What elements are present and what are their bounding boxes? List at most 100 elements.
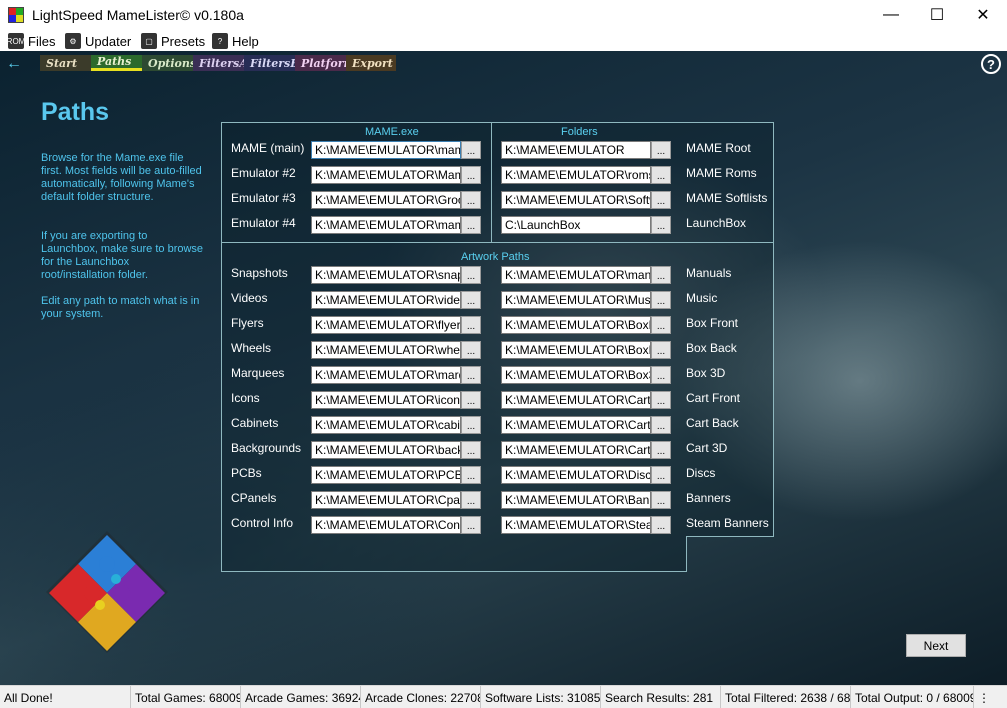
tab-export[interactable]: Export — [346, 55, 396, 71]
icons-input[interactable]: K:\MAME\EMULATOR\icons — [311, 391, 461, 409]
videos-input[interactable]: K:\MAME\EMULATOR\videos — [311, 291, 461, 309]
tab-paths[interactable]: Paths — [91, 55, 142, 71]
snapshots-label: Snapshots — [231, 266, 288, 280]
music-input[interactable]: K:\MAME\EMULATOR\Music — [501, 291, 651, 309]
steam-banners-input[interactable]: K:\MAME\EMULATOR\Steam — [501, 516, 651, 534]
control-info-input[interactable]: K:\MAME\EMULATOR\Contro — [311, 516, 461, 534]
menu-help[interactable]: ? Help — [212, 32, 259, 50]
music-label: Music — [686, 291, 718, 305]
backgrounds-input[interactable]: K:\MAME\EMULATOR\backgro — [311, 441, 461, 459]
cart-3d-input[interactable]: K:\MAME\EMULATOR\Cart3D — [501, 441, 651, 459]
backgrounds-browse-button[interactable]: ... — [461, 441, 481, 459]
tab-filtersb[interactable]: FiltersB — [244, 55, 300, 71]
launchbox-browse-button[interactable]: ... — [651, 216, 671, 234]
minimize-button[interactable]: — — [868, 0, 914, 30]
flyers-browse-button[interactable]: ... — [461, 316, 481, 334]
box-front-input[interactable]: K:\MAME\EMULATOR\BoxFr — [501, 316, 651, 334]
snapshots-input[interactable]: K:\MAME\EMULATOR\snap — [311, 266, 461, 284]
emulator-2-input[interactable]: K:\MAME\EMULATOR\Mame — [311, 166, 461, 184]
banners-browse-button[interactable]: ... — [651, 491, 671, 509]
mame-roms-browse-button[interactable]: ... — [651, 166, 671, 184]
mame-root-label: MAME Root — [686, 141, 751, 155]
box-back-browse-button[interactable]: ... — [651, 341, 671, 359]
mame-main-input[interactable]: K:\MAME\EMULATOR\mame — [311, 141, 461, 159]
menu-help-label: Help — [232, 33, 259, 49]
marquees-input[interactable]: K:\MAME\EMULATOR\marqu — [311, 366, 461, 384]
launchbox-label: LaunchBox — [686, 216, 747, 230]
tab-filtersa[interactable]: FiltersA — [193, 55, 248, 71]
maximize-button[interactable]: ☐ — [914, 0, 960, 30]
back-arrow-icon[interactable]: ← — [6, 55, 22, 73]
box-front-label: Box Front — [686, 316, 739, 330]
banners-input[interactable]: K:\MAME\EMULATOR\Banne — [501, 491, 651, 509]
title-bar: LightSpeed MameLister© v0.180a — ☐ ✕ — [0, 0, 1007, 30]
cabinets-browse-button[interactable]: ... — [461, 416, 481, 434]
resize-grip-icon[interactable]: ⋮ — [974, 686, 1007, 708]
folders-section-title: Folders — [561, 126, 598, 138]
pcbs-input[interactable]: K:\MAME\EMULATOR\PCB — [311, 466, 461, 484]
close-button[interactable]: ✕ — [960, 0, 1006, 30]
discs-input[interactable]: K:\MAME\EMULATOR\Discs — [501, 466, 651, 484]
mame-softlists-label: MAME Softlists — [686, 191, 768, 205]
mame-roms-input[interactable]: K:\MAME\EMULATOR\roms — [501, 166, 651, 184]
snapshots-browse-button[interactable]: ... — [461, 266, 481, 284]
menu-updater[interactable]: ⚙ Updater — [65, 32, 131, 50]
cart-3d-browse-button[interactable]: ... — [651, 441, 671, 459]
videos-browse-button[interactable]: ... — [461, 291, 481, 309]
flyers-input[interactable]: K:\MAME\EMULATOR\flyers — [311, 316, 461, 334]
banners-label: Banners — [686, 491, 731, 505]
cart-front-browse-button[interactable]: ... — [651, 391, 671, 409]
marquees-browse-button[interactable]: ... — [461, 366, 481, 384]
icons-label: Icons — [231, 391, 260, 405]
emulator-2-label: Emulator #2 — [231, 166, 296, 180]
mame-main-browse-button[interactable]: ... — [461, 141, 481, 159]
cabinets-input[interactable]: K:\MAME\EMULATOR\cabin — [311, 416, 461, 434]
menu-presets[interactable]: ▢ Presets — [141, 32, 205, 50]
icons-browse-button[interactable]: ... — [461, 391, 481, 409]
box-3d-input[interactable]: K:\MAME\EMULATOR\Box3D — [501, 366, 651, 384]
emulator-3-input[interactable]: K:\MAME\EMULATOR\Groov — [311, 191, 461, 209]
status-search-results: Search Results: 281 — [601, 686, 721, 708]
cart-back-label: Cart Back — [686, 416, 739, 430]
menu-files[interactable]: ROM Files — [7, 32, 55, 50]
status-arcade-clones: Arcade Clones: 22708 — [361, 686, 481, 708]
cart-back-browse-button[interactable]: ... — [651, 416, 671, 434]
help-paragraph-launchbox: If you are exporting to Launchbox, make … — [41, 230, 204, 281]
manuals-browse-button[interactable]: ... — [651, 266, 671, 284]
box-3d-browse-button[interactable]: ... — [651, 366, 671, 384]
manuals-input[interactable]: K:\MAME\EMULATOR\manua — [501, 266, 651, 284]
wheels-browse-button[interactable]: ... — [461, 341, 481, 359]
app-logo-icon — [8, 7, 24, 23]
steam-banners-browse-button[interactable]: ... — [651, 516, 671, 534]
mame-root-browse-button[interactable]: ... — [651, 141, 671, 159]
pcbs-browse-button[interactable]: ... — [461, 466, 481, 484]
cpanels-input[interactable]: K:\MAME\EMULATOR\Cpane — [311, 491, 461, 509]
emulator-4-input[interactable]: K:\MAME\EMULATOR\mame — [311, 216, 461, 234]
box-front-browse-button[interactable]: ... — [651, 316, 671, 334]
cpanels-browse-button[interactable]: ... — [461, 491, 481, 509]
mame-softlists-browse-button[interactable]: ... — [651, 191, 671, 209]
cart-3d-label: Cart 3D — [686, 441, 728, 455]
help-circle-icon[interactable]: ? — [981, 54, 1001, 74]
mame-root-input[interactable]: K:\MAME\EMULATOR — [501, 141, 651, 159]
music-browse-button[interactable]: ... — [651, 291, 671, 309]
emulator-4-browse-button[interactable]: ... — [461, 216, 481, 234]
cart-front-label: Cart Front — [686, 391, 741, 405]
cart-front-input[interactable]: K:\MAME\EMULATOR\CartFr — [501, 391, 651, 409]
tab-start[interactable]: Start — [40, 55, 91, 71]
tab-platform[interactable]: Platform — [295, 55, 355, 71]
box-back-input[interactable]: K:\MAME\EMULATOR\BoxBa — [501, 341, 651, 359]
control-info-browse-button[interactable]: ... — [461, 516, 481, 534]
wheels-input[interactable]: K:\MAME\EMULATOR\wheel — [311, 341, 461, 359]
mame-section-title: MAME.exe — [365, 126, 419, 138]
next-button[interactable]: Next — [906, 634, 966, 657]
cart-back-input[interactable]: K:\MAME\EMULATOR\CartBa — [501, 416, 651, 434]
launchbox-input[interactable]: C:\LaunchBox — [501, 216, 651, 234]
tab-options[interactable]: Options — [142, 55, 196, 71]
cpanels-label: CPanels — [231, 491, 277, 505]
mame-softlists-input[interactable]: K:\MAME\EMULATOR\Softw — [501, 191, 651, 209]
discs-browse-button[interactable]: ... — [651, 466, 671, 484]
rom-icon: ROM — [7, 33, 25, 49]
emulator-3-browse-button[interactable]: ... — [461, 191, 481, 209]
emulator-2-browse-button[interactable]: ... — [461, 166, 481, 184]
